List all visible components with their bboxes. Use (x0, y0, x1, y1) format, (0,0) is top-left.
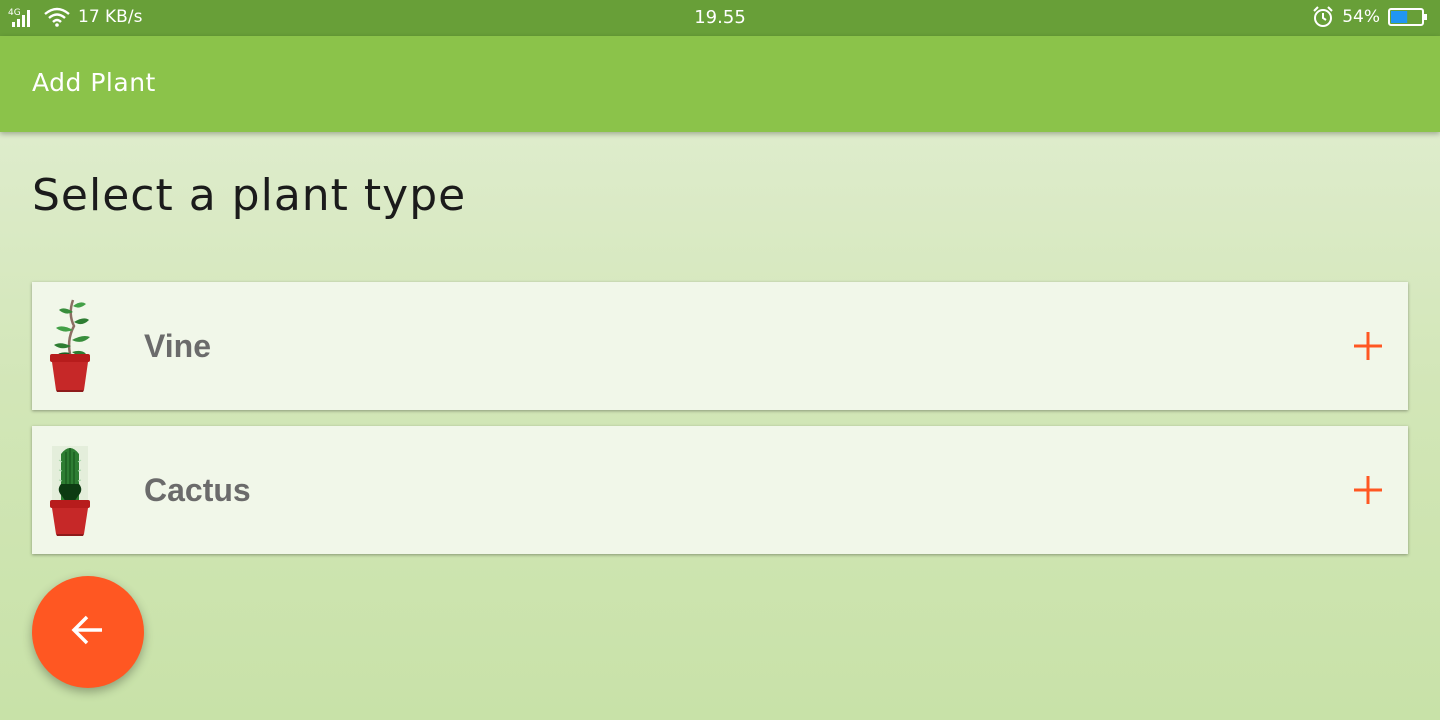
status-bar: 4G 17 KB/s 19.55 54% (0, 0, 1440, 36)
back-fab-button[interactable] (32, 576, 144, 688)
battery-fill (1391, 11, 1408, 23)
battery-icon (1388, 7, 1428, 27)
status-right: 54% (1312, 6, 1428, 28)
app-bar: Add Plant (0, 36, 1440, 132)
battery-percent: 54% (1342, 7, 1380, 27)
plant-label-vine: Vine (144, 328, 211, 364)
page-title: Add Plant (32, 68, 156, 97)
cactus-plant-icon (46, 440, 98, 540)
section-heading: Select a plant type (32, 170, 467, 221)
vine-plant-icon (46, 296, 98, 396)
plus-icon[interactable] (1352, 474, 1384, 506)
plant-label-cactus: Cactus (144, 472, 251, 508)
plant-card-cactus[interactable]: Cactus (32, 426, 1408, 554)
alarm-icon (1312, 6, 1334, 28)
plus-icon[interactable] (1352, 330, 1384, 362)
arrow-back-icon (70, 612, 106, 652)
plant-card-vine[interactable]: Vine (32, 282, 1408, 410)
status-time: 19.55 (694, 7, 746, 28)
